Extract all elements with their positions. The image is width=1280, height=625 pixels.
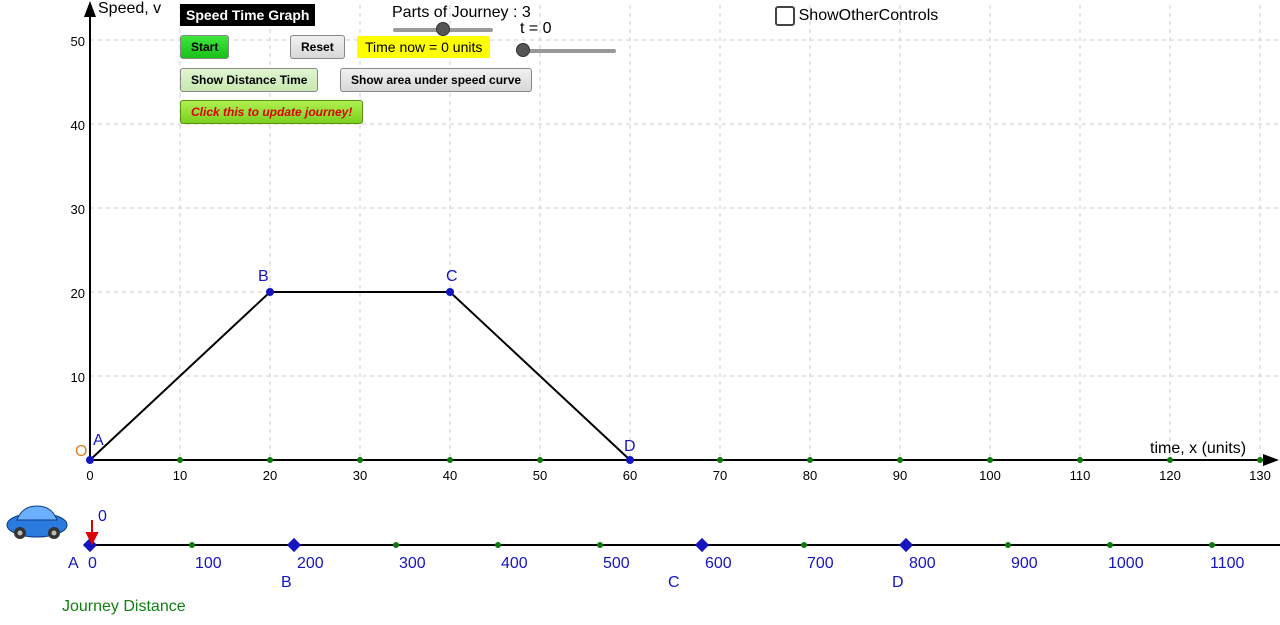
- show-area-button[interactable]: Show area under speed curve: [340, 68, 532, 92]
- xtick: 110: [1060, 468, 1100, 483]
- dist-tick: 400: [501, 555, 528, 573]
- journey-distance-label: Journey Distance: [62, 598, 186, 616]
- xtick: 30: [340, 468, 380, 483]
- xtick: 90: [880, 468, 920, 483]
- xtick: 20: [250, 468, 290, 483]
- time-now-display: Time now = 0 units: [357, 36, 490, 58]
- xtick: 50: [520, 468, 560, 483]
- xtick: 130: [1240, 468, 1280, 483]
- dist-tick: 0: [88, 555, 97, 573]
- parts-slider[interactable]: [393, 28, 493, 32]
- dist-tick: 1000: [1108, 555, 1144, 573]
- ytick: 20: [60, 286, 85, 301]
- car-icon: [2, 500, 72, 540]
- xtick: 120: [1150, 468, 1190, 483]
- dist-tick: 100: [195, 555, 222, 573]
- dist-tick: 500: [603, 555, 630, 573]
- current-position-label: 0: [98, 508, 107, 526]
- xtick: 100: [970, 468, 1010, 483]
- show-other-label: ShowOtherControls: [799, 7, 939, 24]
- dist-tick: 600: [705, 555, 732, 573]
- dist-point-D: D: [892, 574, 904, 592]
- start-button[interactable]: Start: [180, 35, 229, 59]
- dist-tick: 1100: [1210, 555, 1244, 573]
- ytick: 30: [60, 202, 85, 217]
- point-D-label: D: [624, 438, 636, 456]
- xtick: 80: [790, 468, 830, 483]
- parts-of-journey-label: Parts of Journey : 3: [392, 4, 531, 22]
- point-C-label: C: [446, 268, 458, 286]
- dist-tick: 700: [807, 555, 834, 573]
- ytick: 50: [60, 34, 85, 49]
- update-journey-button[interactable]: Click this to update journey!: [180, 100, 363, 124]
- xtick: 0: [70, 468, 110, 483]
- reset-button[interactable]: Reset: [290, 35, 345, 59]
- xtick: 40: [430, 468, 470, 483]
- dist-point-C: C: [668, 574, 680, 592]
- slider-thumb-icon[interactable]: [516, 43, 530, 57]
- dist-point-B: B: [281, 574, 292, 592]
- t-label: t = 0: [520, 20, 552, 38]
- show-other-controls[interactable]: ShowOtherControls: [775, 6, 938, 26]
- dist-tick: 300: [399, 555, 426, 573]
- dist-tick: 900: [1011, 555, 1038, 573]
- origin-label: O: [75, 443, 87, 461]
- dist-tick: 800: [909, 555, 936, 573]
- show-distance-time-button[interactable]: Show Distance Time: [180, 68, 318, 92]
- checkbox-icon[interactable]: [775, 6, 795, 26]
- t-slider[interactable]: [516, 49, 616, 53]
- dist-point-A: A: [68, 555, 79, 573]
- y-axis-label: Speed, v: [98, 0, 161, 18]
- xtick: 60: [610, 468, 650, 483]
- xtick: 10: [160, 468, 200, 483]
- ytick: 40: [60, 118, 85, 133]
- slider-thumb-icon[interactable]: [436, 22, 450, 36]
- point-A-label: A: [93, 432, 104, 450]
- chart-title: Speed Time Graph: [180, 4, 315, 26]
- xtick: 70: [700, 468, 740, 483]
- ytick: 10: [60, 370, 85, 385]
- point-B-label: B: [258, 268, 269, 286]
- x-axis-label: time, x (units): [1150, 440, 1246, 458]
- dist-tick: 200: [297, 555, 324, 573]
